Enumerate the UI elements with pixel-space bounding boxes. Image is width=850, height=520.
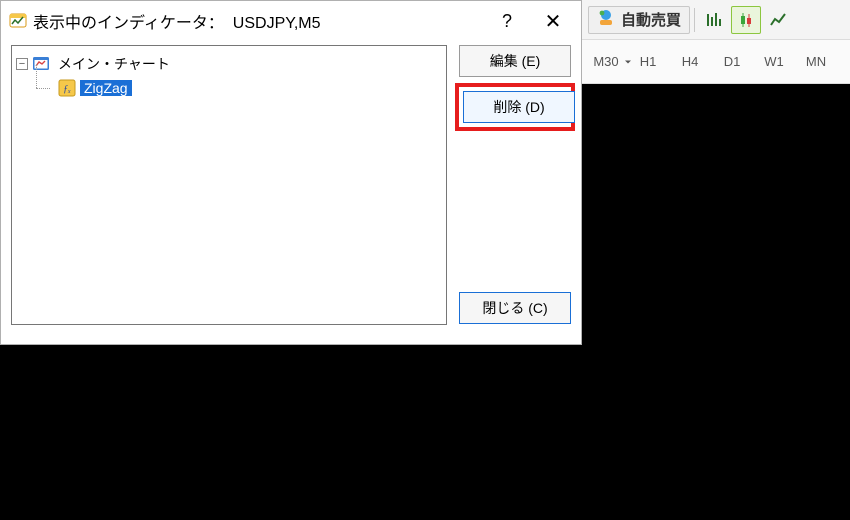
- delete-button[interactable]: 削除 (D): [463, 91, 575, 123]
- main-toolbar: 自動売買: [582, 0, 850, 40]
- svg-text:ƒₓ: ƒₓ: [63, 84, 71, 95]
- indicator-fx-icon: ƒₓ: [58, 79, 76, 97]
- collapse-icon[interactable]: −: [16, 58, 28, 70]
- timeframe-mn[interactable]: MN: [796, 47, 836, 77]
- edit-button[interactable]: 編集 (E): [459, 45, 571, 77]
- bar-chart-icon: [705, 11, 723, 29]
- timeframe-h4[interactable]: H4: [670, 47, 710, 77]
- timeframe-toolbar: M30 H1 H4 D1 W1 MN: [582, 40, 850, 84]
- indicators-dialog: 表示中のインディケータ： USDJPY,M5 ? ✕ −: [0, 0, 582, 345]
- auto-trade-icon: [597, 9, 615, 31]
- bar-chart-icon-button[interactable]: [699, 6, 729, 34]
- timeframe-w1[interactable]: W1: [754, 47, 794, 77]
- dialog-help-button[interactable]: ?: [487, 5, 527, 37]
- auto-trade-label: 自動売買: [621, 9, 681, 30]
- timeframe-h1[interactable]: H1: [628, 47, 668, 77]
- line-chart-icon-button[interactable]: [763, 6, 793, 34]
- timeframe-d1[interactable]: D1: [712, 47, 752, 77]
- annotation-highlight: 削除 (D): [455, 83, 575, 131]
- close-dialog-button[interactable]: 閉じる (C): [459, 292, 571, 324]
- timeframe-m30[interactable]: M30: [586, 47, 626, 77]
- candlestick-icon: [737, 11, 755, 29]
- dialog-close-button[interactable]: ✕: [533, 5, 573, 37]
- tree-connector: [30, 76, 54, 100]
- chart-window-icon: [32, 55, 50, 73]
- candlestick-icon-button[interactable]: [731, 6, 761, 34]
- tree-child-label: ZigZag: [80, 80, 132, 96]
- line-chart-icon: [769, 11, 787, 29]
- indicator-tree[interactable]: − メイン・チャート ƒₓ: [11, 45, 447, 325]
- tree-child-row[interactable]: ƒₓ ZigZag: [30, 76, 442, 100]
- dialog-titlebar: 表示中のインディケータ： USDJPY,M5 ? ✕: [1, 1, 581, 41]
- tree-root-label: メイン・チャート: [54, 54, 174, 74]
- toolbar-separator: [694, 8, 695, 32]
- dialog-title: 表示中のインディケータ： USDJPY,M5: [33, 9, 321, 33]
- dialog-icon: [9, 12, 27, 30]
- auto-trade-button[interactable]: 自動売買: [588, 6, 690, 34]
- tree-root-row[interactable]: − メイン・チャート: [16, 52, 442, 76]
